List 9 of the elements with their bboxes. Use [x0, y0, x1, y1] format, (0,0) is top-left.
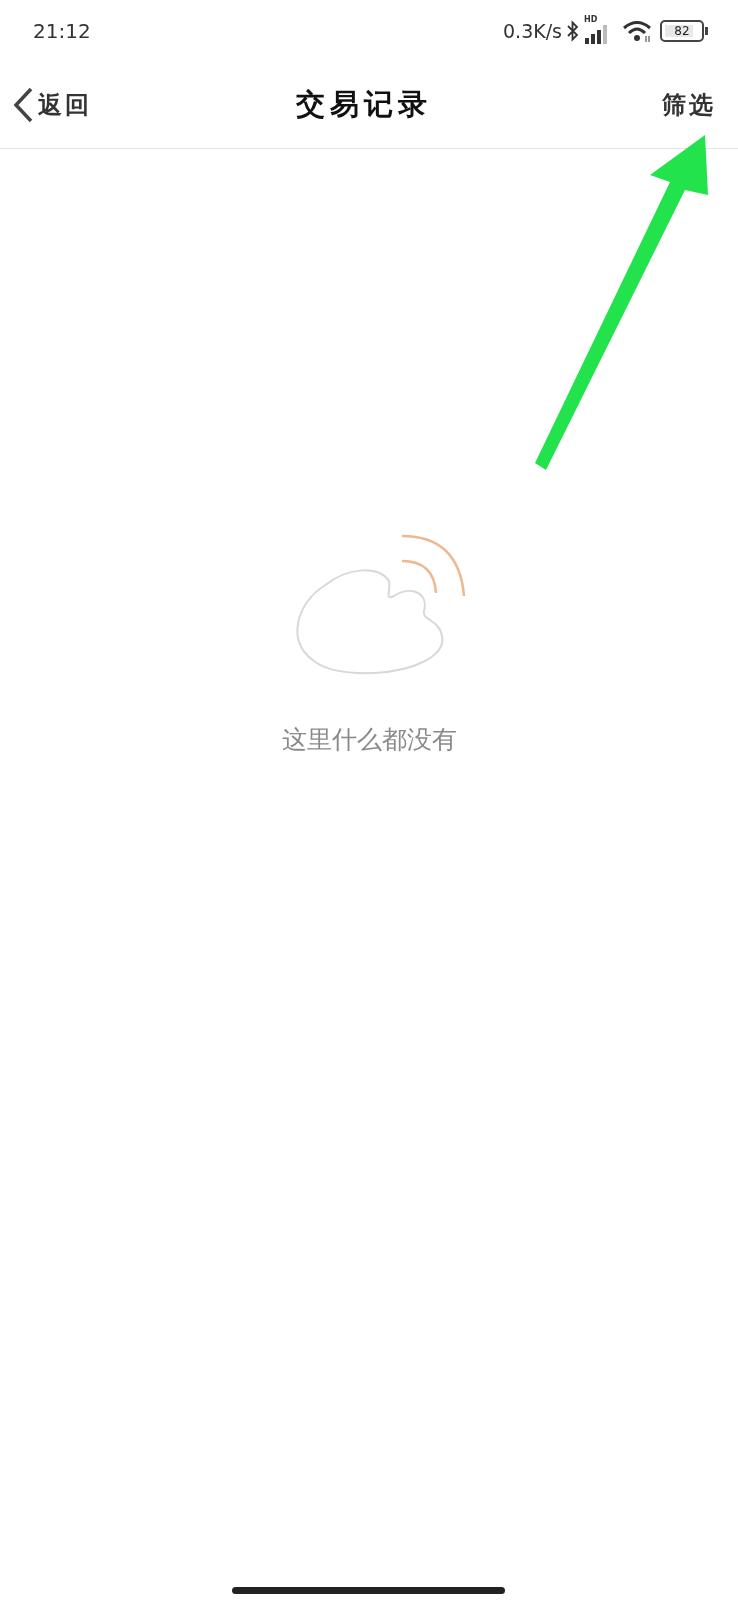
bluetooth-icon — [566, 20, 580, 42]
page-title: 交易记录 — [296, 86, 432, 123]
wifi-icon — [622, 19, 652, 43]
empty-message: 这里什么都没有 — [281, 724, 457, 756]
filter-button[interactable]: 筛选 — [662, 89, 716, 121]
back-button[interactable]: 返回 — [12, 86, 92, 124]
back-chevron-icon — [12, 86, 34, 124]
status-time: 21:12 — [33, 19, 91, 43]
network-speed: 0.3K/s — [503, 20, 562, 42]
